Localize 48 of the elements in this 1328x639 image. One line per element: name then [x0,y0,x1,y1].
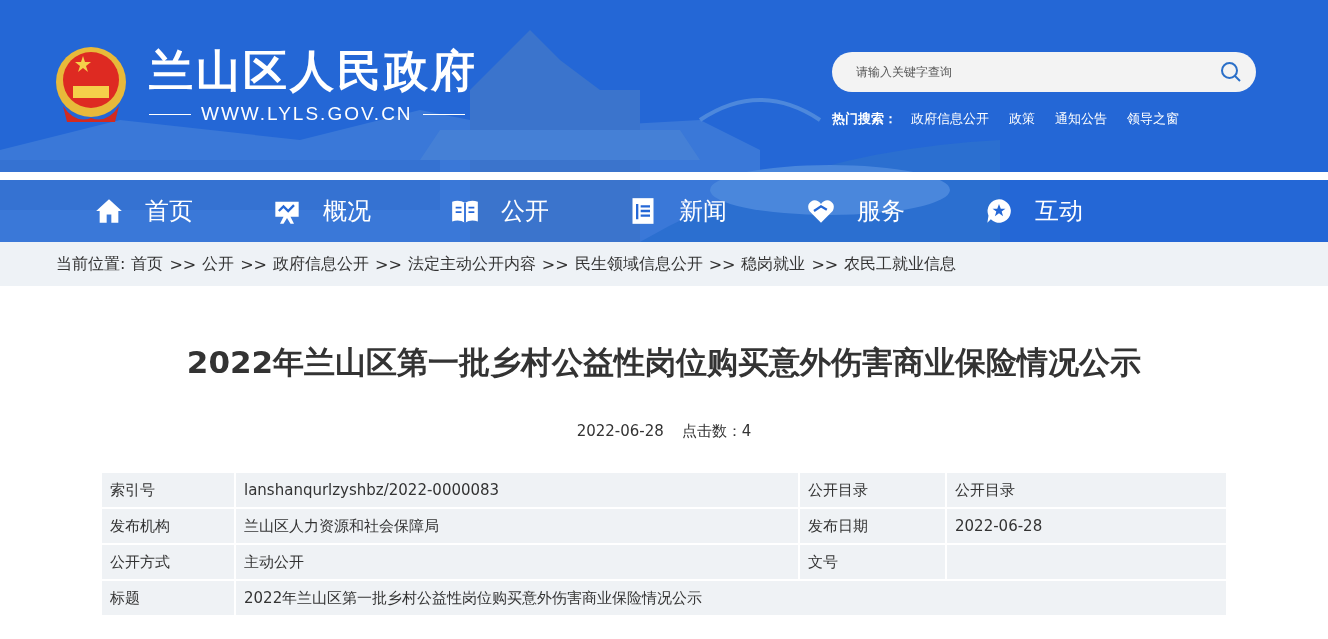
article-title: 2022年兰山区第一批乡村公益性岗位购买意外伤害商业保险情况公示 [185,343,1143,382]
nav-item[interactable]: 首页 [95,195,273,227]
nav-item[interactable]: 概况 [273,195,451,227]
breadcrumb-label: 当前位置: [56,253,126,275]
field-label: 发布日期 [799,508,946,544]
breadcrumb-link[interactable]: 民生领域信息公开 [574,253,703,275]
hot-search-link[interactable]: 政策 [1009,110,1035,128]
hot-search-link[interactable]: 领导之窗 [1127,110,1179,128]
breadcrumb-separator: >> [240,254,267,274]
field-value: 公开目录 [946,472,1227,508]
breadcrumb-separator: >> [708,254,736,274]
nav-item[interactable]: 服务 [807,195,985,227]
field-value: 兰山区人力资源和社会保障局 [235,508,799,544]
breadcrumb-separator: >> [541,254,569,274]
field-label: 公开方式 [101,544,235,580]
breadcrumb-separator: >> [811,254,839,274]
nav-item[interactable]: 公开 [451,195,629,227]
breadcrumb-link[interactable]: 稳岗就业 [741,253,806,275]
field-value: 2022-06-28 [946,508,1227,544]
field-value: 主动公开 [235,544,799,580]
breadcrumb-link[interactable]: 法定主动公开内容 [407,253,536,275]
field-label: 文号 [799,544,946,580]
breadcrumb-link[interactable]: 农民工就业信息 [844,253,957,275]
publish-date: 2022-06-28 [576,422,664,441]
breadcrumb-link[interactable]: 公开 [202,253,235,275]
click-count: 点击数：4 [681,422,752,441]
hot-search-link[interactable]: 通知公告 [1055,110,1107,128]
field-label: 索引号 [101,472,235,508]
nav-item[interactable]: 互动 [985,195,1163,227]
heart-icon [807,197,835,225]
home-icon [95,197,123,225]
site-name: 兰山区人民政府 [149,46,478,96]
field-label: 公开目录 [799,472,946,508]
breadcrumb-separator: >> [375,254,402,274]
nav-item[interactable]: 新闻 [629,195,807,227]
field-value: 2022年兰山区第一批乡村公益性岗位购买意外伤害商业保险情况公示 [235,580,1227,616]
field-label: 标题 [101,580,235,616]
field-value: lanshanqurlzyshbz/2022-0000083 [235,472,799,508]
chat-icon [985,197,1013,225]
breadcrumb-link[interactable]: 政府信息公开 [273,253,369,275]
hot-search-label: 热门搜索： [832,110,897,128]
hot-search-link[interactable]: 政府信息公开 [911,110,989,128]
breadcrumb-separator: >> [169,254,197,274]
breadcrumb-link[interactable]: 首页 [131,253,164,275]
search-field[interactable]: 请输入关键字查询 [832,52,1256,92]
field-label: 发布机构 [101,508,235,544]
search-icon[interactable] [1220,61,1242,83]
site-url: WWW.LYLS.GOV.CN [201,103,413,126]
